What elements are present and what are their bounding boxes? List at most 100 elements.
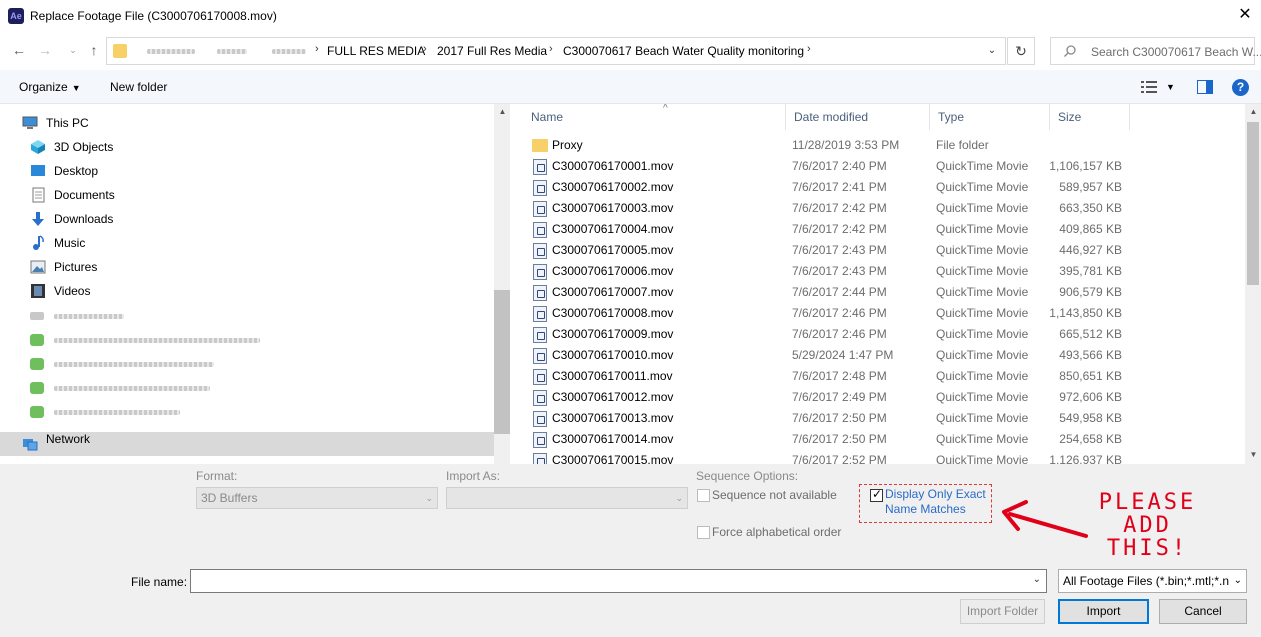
music-icon [33, 235, 44, 250]
file-type-cell: QuickTime Movie [936, 453, 1029, 464]
file-size-cell: 1,126,937 KB [1049, 453, 1122, 464]
recent-locations-chevron-icon[interactable]: ⌄ [64, 40, 82, 60]
file-name-cell: C3000706170008.mov [552, 306, 674, 320]
title-bar: Ae Replace Footage File (C3000706170008.… [0, 0, 1261, 32]
organize-button[interactable]: Organize ▼ [19, 80, 81, 94]
chevron-down-icon: ⌄ [675, 493, 683, 503]
file-size-cell: 254,658 KB [1059, 432, 1122, 446]
column-label: Name [531, 110, 564, 124]
new-folder-button[interactable]: New folder [110, 80, 167, 94]
file-row[interactable]: C3000706170003.mov 7/6/2017 2:42 PM QuickT… [511, 198, 1246, 219]
file-type-cell: QuickTime Movie [936, 369, 1029, 383]
file-row[interactable]: C3000706170015.mov 7/6/2017 2:52 PM QuickT… [511, 450, 1246, 464]
file-size-cell: 850,651 KB [1059, 369, 1122, 383]
sequence-options-label: Sequence Options: [696, 469, 799, 483]
file-row[interactable]: C3000706170007.mov 7/6/2017 2:44 PM QuickT… [511, 282, 1246, 303]
file-name-input[interactable]: ⌄ [190, 569, 1047, 593]
import-folder-button[interactable]: Import Folder [960, 599, 1045, 624]
annotation-note: PLEASE ADD THIS! [1098, 490, 1197, 561]
search-input[interactable]: Search C300070617 Beach W... [1050, 37, 1261, 65]
scroll-up-icon[interactable]: ▲ [1245, 107, 1261, 116]
file-date-cell: 7/6/2017 2:50 PM [792, 411, 887, 425]
file-type-cell: QuickTime Movie [936, 411, 1029, 425]
scroll-thumb[interactable] [1247, 122, 1259, 285]
column-header-type[interactable]: Type [930, 104, 1050, 130]
scroll-down-icon[interactable]: ▼ [1245, 450, 1261, 459]
file-name-cell: C3000706170007.mov [552, 285, 674, 299]
help-icon[interactable]: ? [1232, 79, 1249, 96]
scroll-up-icon[interactable]: ▲ [494, 107, 510, 116]
close-icon[interactable]: ✕ [1235, 5, 1255, 25]
movie-file-icon [533, 369, 547, 385]
file-row[interactable]: Proxy 11/28/2019 3:53 PM File folder [511, 135, 1246, 156]
breadcrumb-full-res-media[interactable]: FULL RES MEDIA [327, 44, 425, 58]
pictures-icon [30, 260, 46, 274]
file-row[interactable]: C3000706170010.mov 5/29/2024 1:47 PM Quick… [511, 345, 1246, 366]
alphabetical-order-checkbox[interactable] [697, 526, 710, 539]
drive-icon [30, 312, 44, 320]
file-row[interactable]: C3000706170009.mov 7/6/2017 2:46 PM QuickT… [511, 324, 1246, 345]
file-size-cell: 906,579 KB [1059, 285, 1122, 299]
navigation-bar: ← → ⌄ ↑ › FULL RES MEDIA › 2017 Full Res… [0, 34, 1261, 68]
scroll-thumb[interactable] [494, 290, 510, 434]
file-row[interactable]: C3000706170011.mov 7/6/2017 2:48 PM QuickT… [511, 366, 1246, 387]
breadcrumb-current-folder[interactable]: C300070617 Beach Water Quality monitorin… [563, 44, 804, 58]
column-header-date[interactable]: Date modified [786, 104, 930, 130]
refresh-icon[interactable]: ↻ [1007, 37, 1035, 65]
column-header-name[interactable]: Name ^ [523, 104, 786, 130]
view-dropdown-icon[interactable]: ▼ [1166, 82, 1175, 92]
view-options-icon[interactable] [1141, 81, 1157, 93]
chevron-down-icon[interactable]: ⌄ [1033, 574, 1041, 585]
movie-file-icon [533, 222, 547, 238]
tree-item-label: Network [46, 432, 91, 446]
movie-file-icon [533, 348, 547, 364]
file-row[interactable]: C3000706170013.mov 7/6/2017 2:50 PM QuickT… [511, 408, 1246, 429]
file-type-filter-select[interactable]: All Footage Files (*.bin;*.mtl;*.n ⌄ [1058, 569, 1247, 593]
file-size-cell: 446,927 KB [1059, 243, 1122, 257]
tree-item-label: Desktop [54, 164, 99, 178]
preview-pane-icon[interactable] [1197, 80, 1213, 94]
movie-file-icon [533, 390, 547, 406]
file-date-cell: 7/6/2017 2:44 PM [792, 285, 887, 299]
file-date-cell: 11/28/2019 3:53 PM [792, 138, 900, 152]
forward-arrow-icon[interactable]: → [36, 40, 54, 60]
movie-file-icon [533, 159, 547, 175]
column-header-size[interactable]: Size [1050, 104, 1130, 130]
file-row[interactable]: C3000706170002.mov 7/6/2017 2:41 PM QuickT… [511, 177, 1246, 198]
cancel-button[interactable]: Cancel [1159, 599, 1247, 624]
file-size-cell: 665,512 KB [1059, 327, 1122, 341]
file-row[interactable]: C3000706170014.mov 7/6/2017 2:50 PM QuickT… [511, 429, 1246, 450]
file-type-cell: QuickTime Movie [936, 348, 1029, 362]
address-bar[interactable]: › FULL RES MEDIA › 2017 Full Res Media ›… [106, 37, 1006, 65]
file-date-cell: 5/29/2024 1:47 PM [792, 348, 894, 362]
back-arrow-icon[interactable]: ← [10, 40, 28, 60]
breadcrumb-2017-full-res-media[interactable]: 2017 Full Res Media [437, 44, 547, 58]
file-size-cell: 1,143,850 KB [1049, 306, 1122, 320]
file-type-cell: QuickTime Movie [936, 201, 1029, 215]
file-size-cell: 549,958 KB [1059, 411, 1122, 425]
address-dropdown-icon[interactable]: ⌄ [979, 38, 1005, 64]
folder-icon [532, 139, 548, 152]
file-row[interactable]: C3000706170004.mov 7/6/2017 2:42 PM QuickT… [511, 219, 1246, 240]
import-as-select: ⌄ [446, 487, 688, 509]
tree-item-network[interactable]: Network [0, 432, 494, 456]
import-button[interactable]: Import [1058, 599, 1149, 624]
file-name-cell: C3000706170011.mov [552, 369, 673, 383]
movie-file-icon [533, 285, 547, 301]
file-date-cell: 7/6/2017 2:43 PM [792, 243, 887, 257]
file-row[interactable]: C3000706170012.mov 7/6/2017 2:49 PM QuickT… [511, 387, 1246, 408]
format-label: Format: [196, 469, 238, 483]
file-type-cell: QuickTime Movie [936, 159, 1029, 173]
file-size-cell: 589,957 KB [1059, 180, 1122, 194]
file-row[interactable]: C3000706170005.mov 7/6/2017 2:43 PM QuickT… [511, 240, 1246, 261]
file-row[interactable]: C3000706170006.mov 7/6/2017 2:43 PM QuickT… [511, 261, 1246, 282]
up-arrow-icon[interactable]: ↑ [85, 40, 103, 60]
file-date-cell: 7/6/2017 2:50 PM [792, 432, 887, 446]
exact-match-checkbox[interactable] [870, 487, 883, 502]
file-row[interactable]: C3000706170001.mov 7/6/2017 2:40 PM QuickT… [511, 156, 1246, 177]
file-size-cell: 972,606 KB [1059, 390, 1122, 404]
file-list-scrollbar[interactable]: ▲ ▼ [1245, 104, 1261, 464]
nav-pane-scrollbar[interactable]: ▲ [494, 104, 510, 464]
file-row[interactable]: C3000706170008.mov 7/6/2017 2:46 PM QuickT… [511, 303, 1246, 324]
exact-match-label-line2: Name Matches [885, 502, 966, 516]
